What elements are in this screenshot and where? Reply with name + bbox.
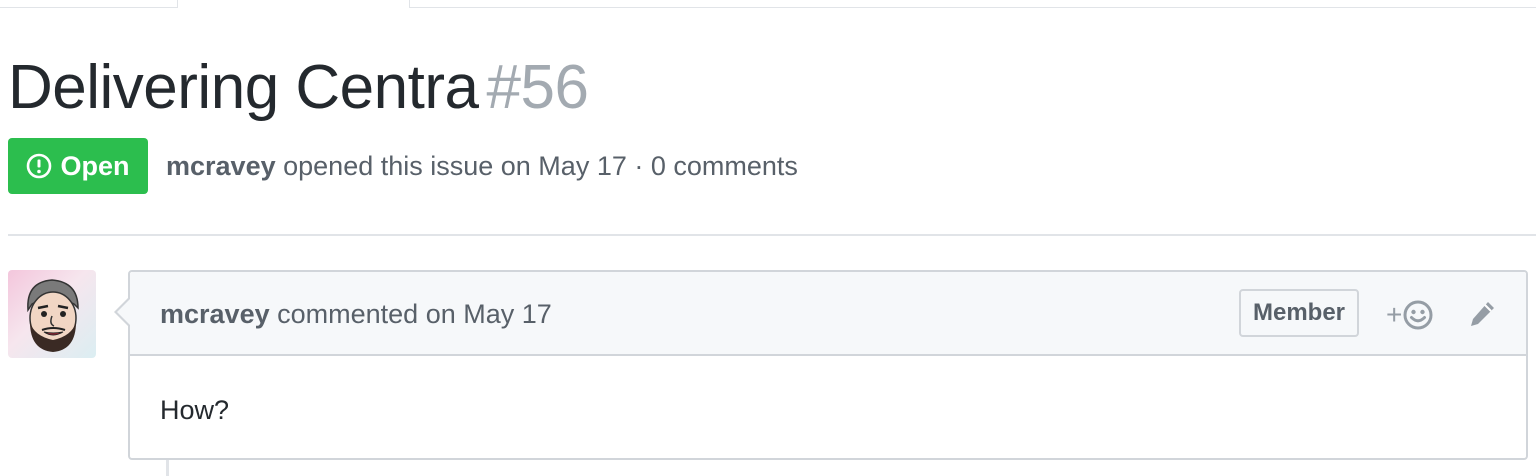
tab-bar (0, 0, 1536, 8)
issue-state-badge: Open (8, 138, 148, 194)
add-reaction-button[interactable]: + (1386, 296, 1444, 334)
issue-author-link[interactable]: mcravey (166, 151, 276, 181)
issue-title: Delivering Centra #56 (8, 52, 589, 124)
issue-opened-icon (27, 153, 52, 179)
header-divider (8, 234, 1536, 236)
comment-timestamp-link[interactable]: commented on May 17 (277, 299, 552, 329)
comment-arrow-fill (117, 298, 131, 326)
issue-meta-text: opened this issue on May 17 · 0 comments (283, 151, 798, 181)
comment-body: How? (160, 395, 230, 425)
avatar[interactable] (8, 270, 96, 358)
avatar-portrait (27, 279, 79, 352)
comment-box: mcravey commented on May 17 Member + How… (128, 270, 1528, 460)
comment-header: mcravey commented on May 17 Member + (130, 272, 1526, 356)
issue-meta: mcravey opened this issue on May 17 · 0 … (166, 148, 798, 184)
pencil-icon (1471, 302, 1494, 326)
issue-number: #56 (486, 53, 589, 122)
comment-author-link[interactable]: mcravey (160, 299, 270, 329)
comment-header-text: mcravey commented on May 17 (160, 296, 552, 332)
plus-label: + (1386, 299, 1403, 330)
tab-right[interactable] (409, 0, 1536, 8)
issue-title-text: Delivering Centra (8, 53, 479, 122)
smiley-icon (1403, 300, 1433, 330)
tab-left[interactable] (0, 0, 178, 8)
issue-state-label: Open (60, 150, 130, 181)
edit-comment-button[interactable] (1466, 298, 1502, 334)
timeline-line (166, 460, 169, 476)
author-association-badge: Member (1239, 289, 1359, 337)
